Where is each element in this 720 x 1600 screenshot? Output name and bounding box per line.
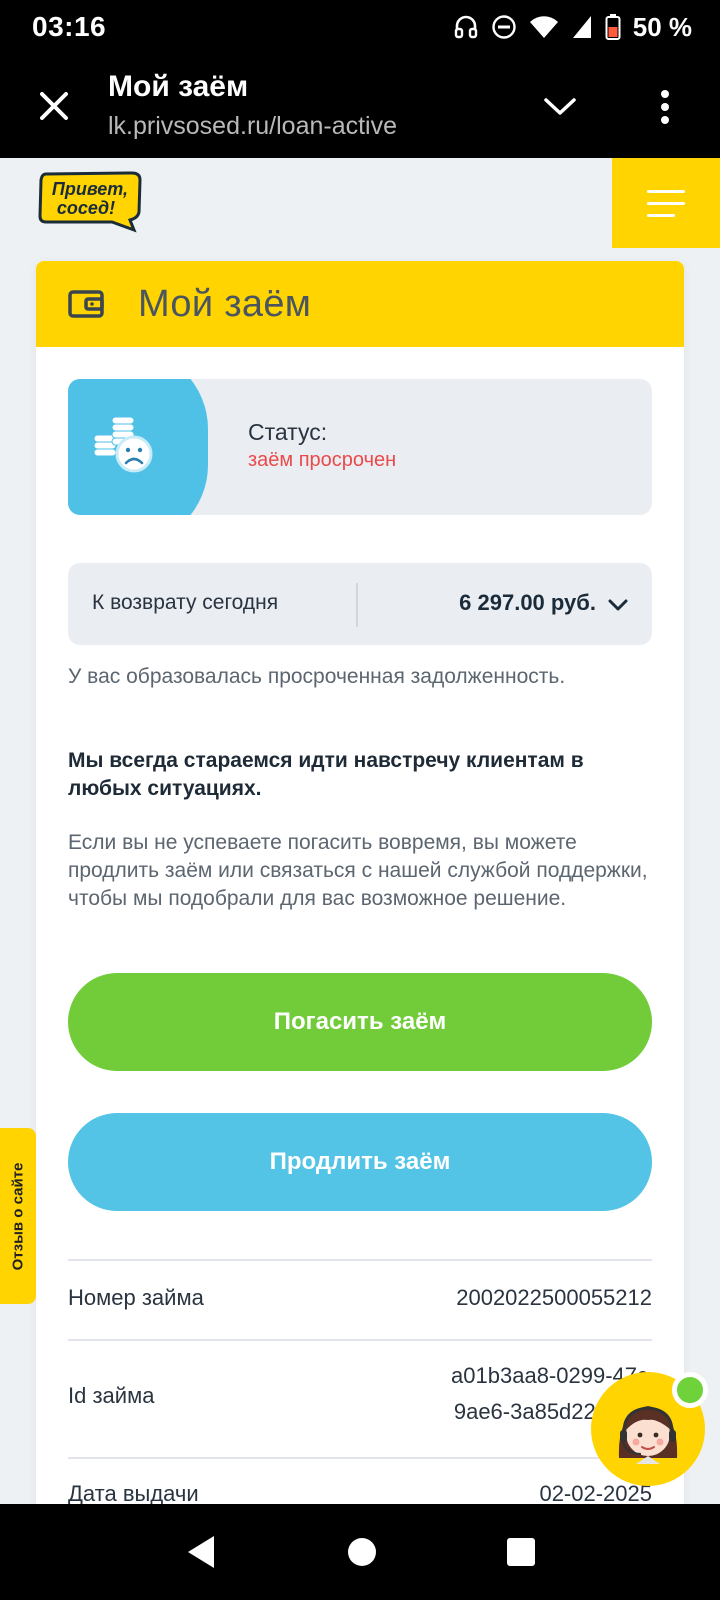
card-header: Мой заём [36, 261, 684, 347]
feedback-tab[interactable]: Отзыв о сайте [0, 1128, 36, 1304]
status-time: 03:16 [32, 11, 107, 42]
loan-id-row: Id займа a01b3aa8-0299-47c 9ae6-3a85d22e [68, 1339, 652, 1457]
signal-icon [572, 16, 591, 38]
repay-amount: 6 297.00 руб. [459, 590, 596, 615]
chevron-down-icon[interactable] [606, 593, 630, 617]
system-nav-bar [0, 1504, 720, 1600]
site-header: Привет, сосед! [0, 158, 720, 248]
status-label: Статус: [248, 419, 328, 445]
burger-line [647, 201, 685, 205]
support-info: Если вы не успеваете погасить вовремя, в… [68, 831, 648, 910]
back-icon[interactable] [184, 1534, 218, 1570]
support-headline: Мы всегда стараемся идти навстречу клиен… [68, 749, 584, 800]
loan-card: Мой заём Статус: заём просрочен К возвра… [36, 261, 684, 1511]
browser-page-title: Мой заём [108, 70, 249, 103]
feedback-tab-label: Отзыв о сайте [9, 1162, 27, 1270]
repay-divider [356, 583, 358, 627]
logo-line-1: Привет, [52, 179, 128, 199]
loan-status-box: Статус: заём просрочен [68, 379, 652, 515]
loan-id-value-line2: 9ae6-3a85d22e [453, 1399, 608, 1424]
pay-loan-button[interactable]: Погасить заём [68, 973, 652, 1071]
status-value: заём просрочен [248, 449, 397, 471]
headphones-icon [454, 15, 477, 39]
repay-today-dropdown[interactable]: К возврату сегодня 6 297.00 руб. [68, 563, 652, 645]
recents-icon[interactable] [506, 1537, 536, 1567]
status-icons: 50 % [453, 12, 692, 43]
close-icon[interactable] [28, 80, 80, 132]
issue-date-row: Дата выдачи 02-02-2025 [68, 1457, 652, 1511]
burger-line [647, 189, 685, 193]
loan-number-row: Номер займа 2002022500055212 [68, 1259, 652, 1339]
sad-coins-icon [93, 416, 153, 473]
home-icon[interactable] [346, 1536, 378, 1568]
brand-logo[interactable]: Привет, сосед! [38, 168, 144, 234]
menu-burger-button[interactable] [612, 158, 720, 248]
burger-line [647, 213, 675, 217]
card-title: Мой заём [138, 282, 312, 325]
loan-id-label: Id займа [68, 1383, 155, 1408]
debt-message: У вас образовалась просроченная задолжен… [68, 665, 566, 688]
battery-icon [605, 14, 621, 40]
do-not-disturb-icon [492, 15, 516, 39]
extend-loan-button[interactable]: Продлить заём [68, 1113, 652, 1211]
browser-url[interactable]: lk.privsosed.ru/loan-active [108, 112, 397, 141]
status-bar: 03:16 50 % [0, 0, 720, 54]
loan-number-label: Номер займа [68, 1285, 204, 1310]
loan-number-value: 2002022500055212 [456, 1285, 652, 1310]
repay-label: К возврату сегодня [92, 591, 279, 614]
logo-line-2: сосед! [57, 198, 115, 218]
wallet-icon [68, 290, 104, 318]
browser-toolbar: Мой заём lk.privsosed.ru/loan-active [0, 54, 720, 158]
chevron-down-icon[interactable] [535, 82, 585, 132]
wifi-icon [529, 16, 558, 38]
battery-level: 50 % [632, 11, 692, 42]
more-vert-icon[interactable] [640, 80, 690, 134]
online-indicator [672, 1372, 708, 1408]
